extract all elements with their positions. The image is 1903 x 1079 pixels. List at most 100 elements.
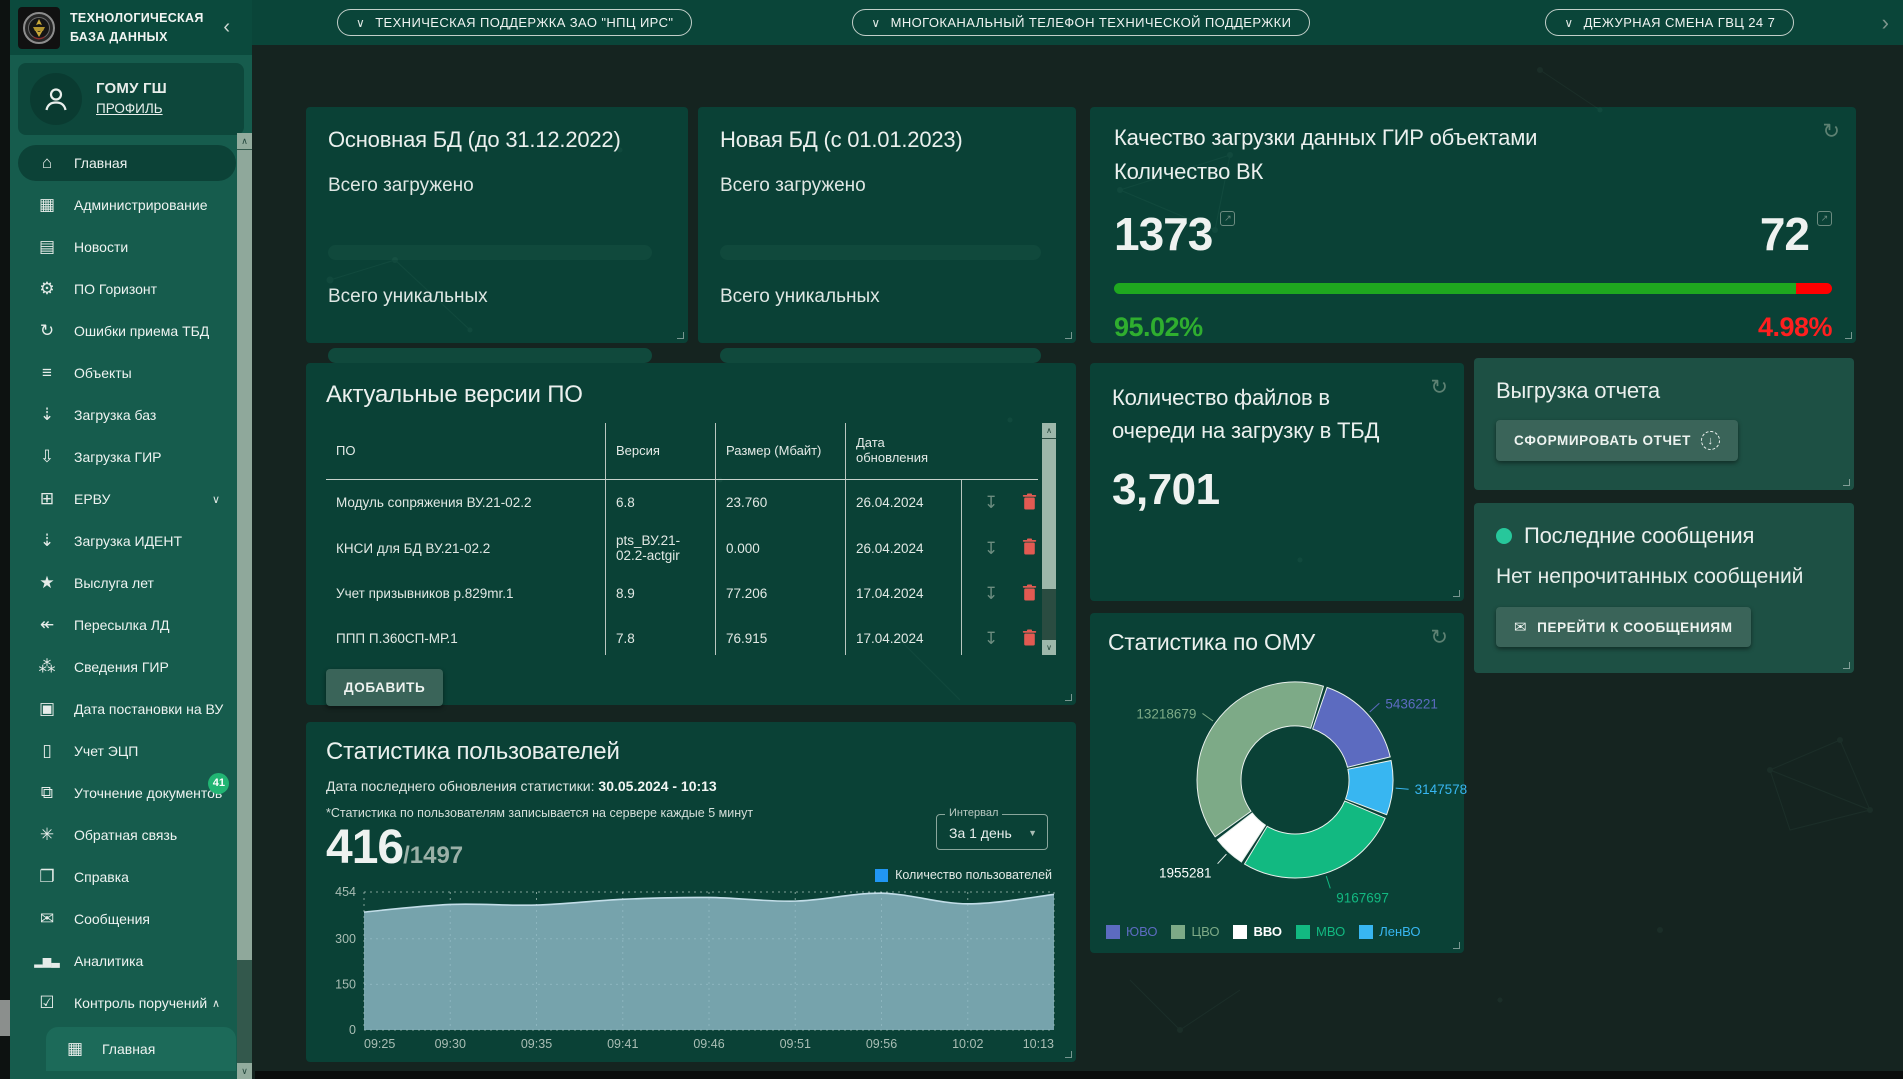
download-icon[interactable]: ↧ [984,585,998,602]
sidebar-item-service-years[interactable]: ★Выслуга лет [18,565,236,601]
donut-segment-ЮВО[interactable] [1313,687,1391,767]
mail-icon: ✉ [1514,618,1527,636]
sidebar-item-help[interactable]: ❐Справка [18,859,236,895]
scroll-up-icon[interactable]: ∧ [237,133,252,149]
go-to-messages-button[interactable]: ✉ ПЕРЕЙТИ К СООБЩЕНИЯМ [1496,607,1751,647]
dashboard-icon: ▦ [62,1039,88,1059]
sidebar-item-label: Загрузка ИДЕНТ [74,533,226,549]
sidebar-item-news[interactable]: ▤Новости [18,229,236,265]
legend-color-swatch [875,869,888,882]
table-cell: КНСИ для БД ВУ.21-02.2 [326,525,606,571]
sidebar-item-vu-date[interactable]: ▣Дата постановки на ВУ [18,691,236,727]
add-button[interactable]: ДОБАВИТЬ [326,669,443,706]
generate-report-button[interactable]: СФОРМИРОВАТЬ ОТЧЕТ ↓ [1496,420,1738,461]
donut-segment-ЦВО[interactable] [1197,682,1323,837]
table-body: Модуль сопряжения ВУ.21-02.26.823.76026.… [326,480,1038,655]
legend-label: МВО [1316,924,1345,939]
delete-icon[interactable] [1022,538,1037,558]
download-icon[interactable]: ↧ [984,540,998,557]
sidebar-item-ecp[interactable]: ▯ Учет ЭЦП [18,733,236,769]
support-pill[interactable]: ∨ ТЕХНИЧЕСКАЯ ПОДДЕРЖКА ЗАО "НПЦ ИРС" [337,9,692,36]
sidebar-item-gir-info[interactable]: ⁂Сведения ГИР [18,649,236,685]
gir-quality-card: Качество загрузки данных ГИР объектами К… [1090,107,1856,343]
loading-placeholder [328,245,652,260]
delete-icon[interactable] [1022,629,1037,649]
table-row: Модуль сопряжения ВУ.21-02.26.823.76026.… [326,480,1038,525]
external-link-icon[interactable]: ↗ [1817,211,1832,226]
app-title: ТЕХНОЛОГИЧЕСКАЯ БАЗА ДАННЫХ [70,9,223,45]
sidebar-item-messages[interactable]: ✉Сообщения [18,901,236,937]
scroll-down-icon[interactable]: ∨ [237,1063,252,1079]
sidebar-item-admin[interactable]: ▦ Администрирование [18,187,236,223]
table-scrollbar[interactable]: ∧ ∨ [1042,423,1056,655]
phone-pill-label: МНОГОКАНАЛЬНЫЙ ТЕЛЕФОН ТЕХНИЧЕСКОЙ ПОДДЕ… [891,15,1292,30]
interval-select-label: Интервал [945,807,1002,819]
sidebar-item-control-home[interactable]: ▦Главная [46,1027,236,1071]
sidebar-item-control[interactable]: ☑Контроль поручений∧ [18,985,236,1021]
sidebar-item-forward-ld[interactable]: ↞Пересылка ЛД [18,607,236,643]
legend-item-МВО: МВО [1296,924,1345,939]
scroll-up-icon[interactable]: ∧ [1042,423,1056,438]
scrollbar-thumb[interactable] [1042,439,1056,589]
user-stats-title: Статистика пользователей [326,738,1056,766]
refresh-icon[interactable]: ↻ [1430,627,1448,648]
omu-donut-chart: 543622131475789167697195528113218679 [1090,658,1464,908]
download-icon[interactable]: ↧ [984,494,998,511]
donut-segment-МВО[interactable] [1245,801,1386,878]
ok-count: 1373↗ [1114,211,1235,257]
header-next-icon[interactable]: › [1882,12,1889,34]
delete-icon[interactable] [1022,493,1037,513]
shield-star-icon: ★ [34,573,60,593]
legend-color-swatch [1233,925,1247,939]
table-cell: 17.04.2024 [846,578,961,609]
donut-value-label: 3147578 [1415,782,1468,797]
files-queue-title: Количество файлов в очереди на загрузку … [1112,381,1412,447]
sidebar-item-load-gir[interactable]: ⇩Загрузка ГИР [18,439,236,475]
sidebar-item-analytics[interactable]: ▂▆▃Аналитика [18,943,236,979]
sidebar-item-label: Учет ЭЦП [74,743,226,759]
sidebar-scrollbar[interactable]: ∧ ∨ [237,133,252,1079]
table-row: ППП П.360СП-МР.17.876.91517.04.2024↧✎ [326,616,1038,655]
x-axis-tick: 09:25 [364,1037,395,1051]
phone-pill[interactable]: ∨ МНОГОКАНАЛЬНЫЙ ТЕЛЕФОН ТЕХНИЧЕСКОЙ ПОД… [852,9,1310,36]
omu-stats-card: Статистика по ОМУ ↻ 54362213147578916769… [1090,613,1464,953]
legend-label: ЦВО [1191,924,1219,939]
sidebar-item-label: Уточнение документов [74,785,222,801]
duty-shift-pill[interactable]: ∨ ДЕЖУРНАЯ СМЕНА ГВЦ 24 7 [1545,9,1794,36]
refresh-icon[interactable]: ↻ [1822,121,1840,142]
sidebar-item-load-db[interactable]: ⇣Загрузка баз [18,397,236,433]
download-icon[interactable]: ↧ [984,630,998,647]
sidebar-item-objects[interactable]: ≡Объекты [18,355,236,391]
sidebar-item-load-ident[interactable]: ⇣Загрузка ИДЕНТ [18,523,236,559]
refresh-icon[interactable]: ↻ [1430,377,1448,398]
sidebar-item-feedback[interactable]: ✳Обратная связь [18,817,236,853]
dashboard-icon: ▦ [34,195,60,215]
scrollbar-thumb[interactable] [237,150,252,960]
external-link-icon[interactable]: ↗ [1220,211,1235,226]
sidebar-item-tbd-errors[interactable]: ↻Ошибки приема ТБД [18,313,236,349]
table-header: ПО Версия Размер (Мбайт) Дата обновления [326,423,1038,480]
sidebar-item-label: Загрузка ГИР [74,449,226,465]
sidebar-item-label: Пересылка ЛД [74,617,226,633]
sidebar-item-po-gorizont[interactable]: ⚙ПО Горизонт [18,271,236,307]
profile-link[interactable]: ПРОФИЛЬ [96,101,163,116]
sidebar-collapse-icon[interactable]: ‹ [223,16,230,39]
document-gear-icon: ⚙ [34,279,60,299]
donut-label-connector [1326,876,1330,888]
sidebar-item-ervu[interactable]: ⊞ЕРВУ∨ [18,481,236,517]
sidebar-item-label: Администрирование [74,197,226,213]
loading-placeholder [720,348,1041,363]
sim-card-icon: ▯ [34,741,60,761]
sidebar-item-doc-clarify[interactable]: ⧉Уточнение документов41 [18,775,236,811]
interval-select[interactable]: Интервал За 1 день ▼ [936,814,1048,850]
people-icon: ⁂ [34,657,60,677]
sidebar-menu: ⌂Главная ▦ Администрирование ▤Новости ⚙ПО Го… [10,133,236,1079]
sidebar-item-home[interactable]: ⌂Главная [18,145,236,181]
scroll-down-icon[interactable]: ∨ [1042,640,1056,655]
delete-icon[interactable] [1022,584,1037,604]
sidebar-item-label: Аналитика [74,953,226,969]
unique-label: Всего уникальных [328,286,666,308]
sidebar-item-label: Дата постановки на ВУ [74,701,226,717]
donut-label-connector [1396,788,1409,789]
legend-color-swatch [1359,925,1373,939]
